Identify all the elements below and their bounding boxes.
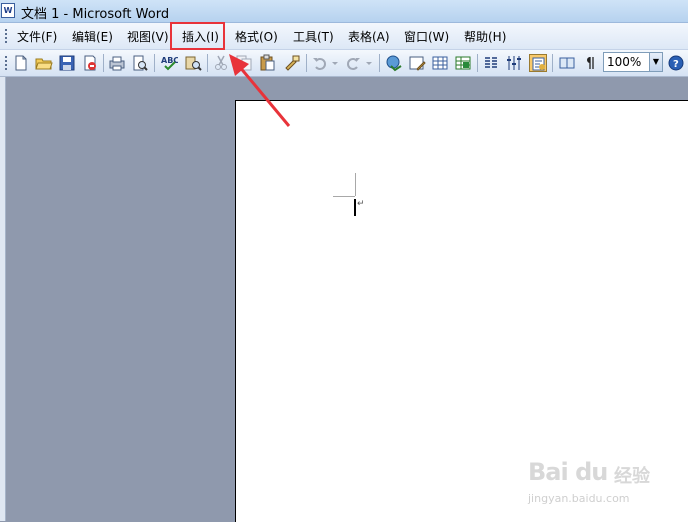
zoom-combobox[interactable]: 100% ▼	[603, 52, 663, 72]
hyperlink-icon[interactable]	[385, 54, 403, 72]
toolbar-separator	[207, 54, 208, 72]
insert-excel-icon[interactable]	[454, 54, 472, 72]
menu-grip-handle[interactable]	[5, 29, 7, 43]
menu-bar: 文件(F) 编辑(E) 视图(V) 插入(I) 格式(O) 工具(T) 表格(A…	[0, 23, 688, 50]
svg-text:ABC: ABC	[161, 56, 178, 65]
toolbar-separator	[379, 54, 380, 72]
redo-dropdown-icon[interactable]	[364, 54, 374, 72]
text-cursor	[354, 199, 356, 216]
show-hide-icon[interactable]	[581, 54, 599, 72]
paragraph-mark-icon: ↵	[357, 199, 365, 209]
chevron-down-icon[interactable]: ▼	[649, 53, 662, 71]
arrow-shaft	[237, 65, 291, 127]
watermark-cn: 经验	[614, 466, 650, 487]
menu-table[interactable]: 表格(A)	[348, 28, 390, 44]
help-icon[interactable]: ?	[667, 54, 685, 72]
research-icon[interactable]	[184, 54, 202, 72]
menu-format[interactable]: 格式(O)	[235, 28, 278, 44]
undo-icon[interactable]	[311, 54, 329, 72]
menu-window[interactable]: 窗口(W)	[404, 28, 449, 44]
new-document-icon[interactable]	[12, 54, 30, 72]
menu-file[interactable]: 文件(F)	[17, 28, 57, 44]
ruler-border	[5, 77, 6, 521]
columns-icon[interactable]	[482, 54, 500, 72]
toolbar-separator	[154, 54, 155, 72]
red-annotation-arrow	[229, 54, 291, 127]
toolbar-separator	[306, 54, 307, 72]
menu-view[interactable]: 视图(V)	[127, 28, 169, 44]
reading-icon[interactable]	[558, 54, 576, 72]
undo-dropdown-icon[interactable]	[330, 54, 340, 72]
margin-corner-mark	[333, 196, 355, 197]
print-preview-icon[interactable]	[131, 54, 149, 72]
permission-icon[interactable]	[81, 54, 99, 72]
zoom-value: 100%	[607, 55, 642, 69]
svg-text:?: ?	[673, 59, 679, 70]
spelling-icon[interactable]: ABC	[160, 54, 178, 72]
menu-edit[interactable]: 编辑(E)	[72, 28, 113, 44]
standard-toolbar: ABC	[0, 50, 688, 77]
title-bar: W 文档 1 - Microsoft Word	[0, 0, 688, 23]
save-icon[interactable]	[58, 54, 76, 72]
margin-corner-mark	[355, 173, 356, 196]
drawing-icon[interactable]	[505, 54, 523, 72]
window-title: 文档 1 - Microsoft Word	[21, 7, 170, 22]
menu-tools[interactable]: 工具(T)	[293, 28, 334, 44]
toolbar-separator	[552, 54, 553, 72]
open-folder-icon[interactable]	[35, 54, 53, 72]
watermark: Bai du 经验 jingyan.baidu.com	[528, 458, 678, 514]
toolbar-separator	[477, 54, 478, 72]
insert-menu-highlight-box	[170, 22, 225, 50]
document-map-icon[interactable]	[529, 54, 547, 72]
menu-help[interactable]: 帮助(H)	[464, 28, 506, 44]
watermark-brand: Bai du	[528, 458, 608, 486]
word-app-icon[interactable]: W	[1, 3, 15, 18]
toolbar-separator	[103, 54, 104, 72]
tables-borders-icon[interactable]	[408, 54, 426, 72]
print-icon[interactable]	[108, 54, 126, 72]
watermark-url: jingyan.baidu.com	[528, 492, 630, 505]
toolbar-grip-handle[interactable]	[5, 56, 7, 70]
insert-table-icon[interactable]	[431, 54, 449, 72]
redo-icon[interactable]	[344, 54, 362, 72]
